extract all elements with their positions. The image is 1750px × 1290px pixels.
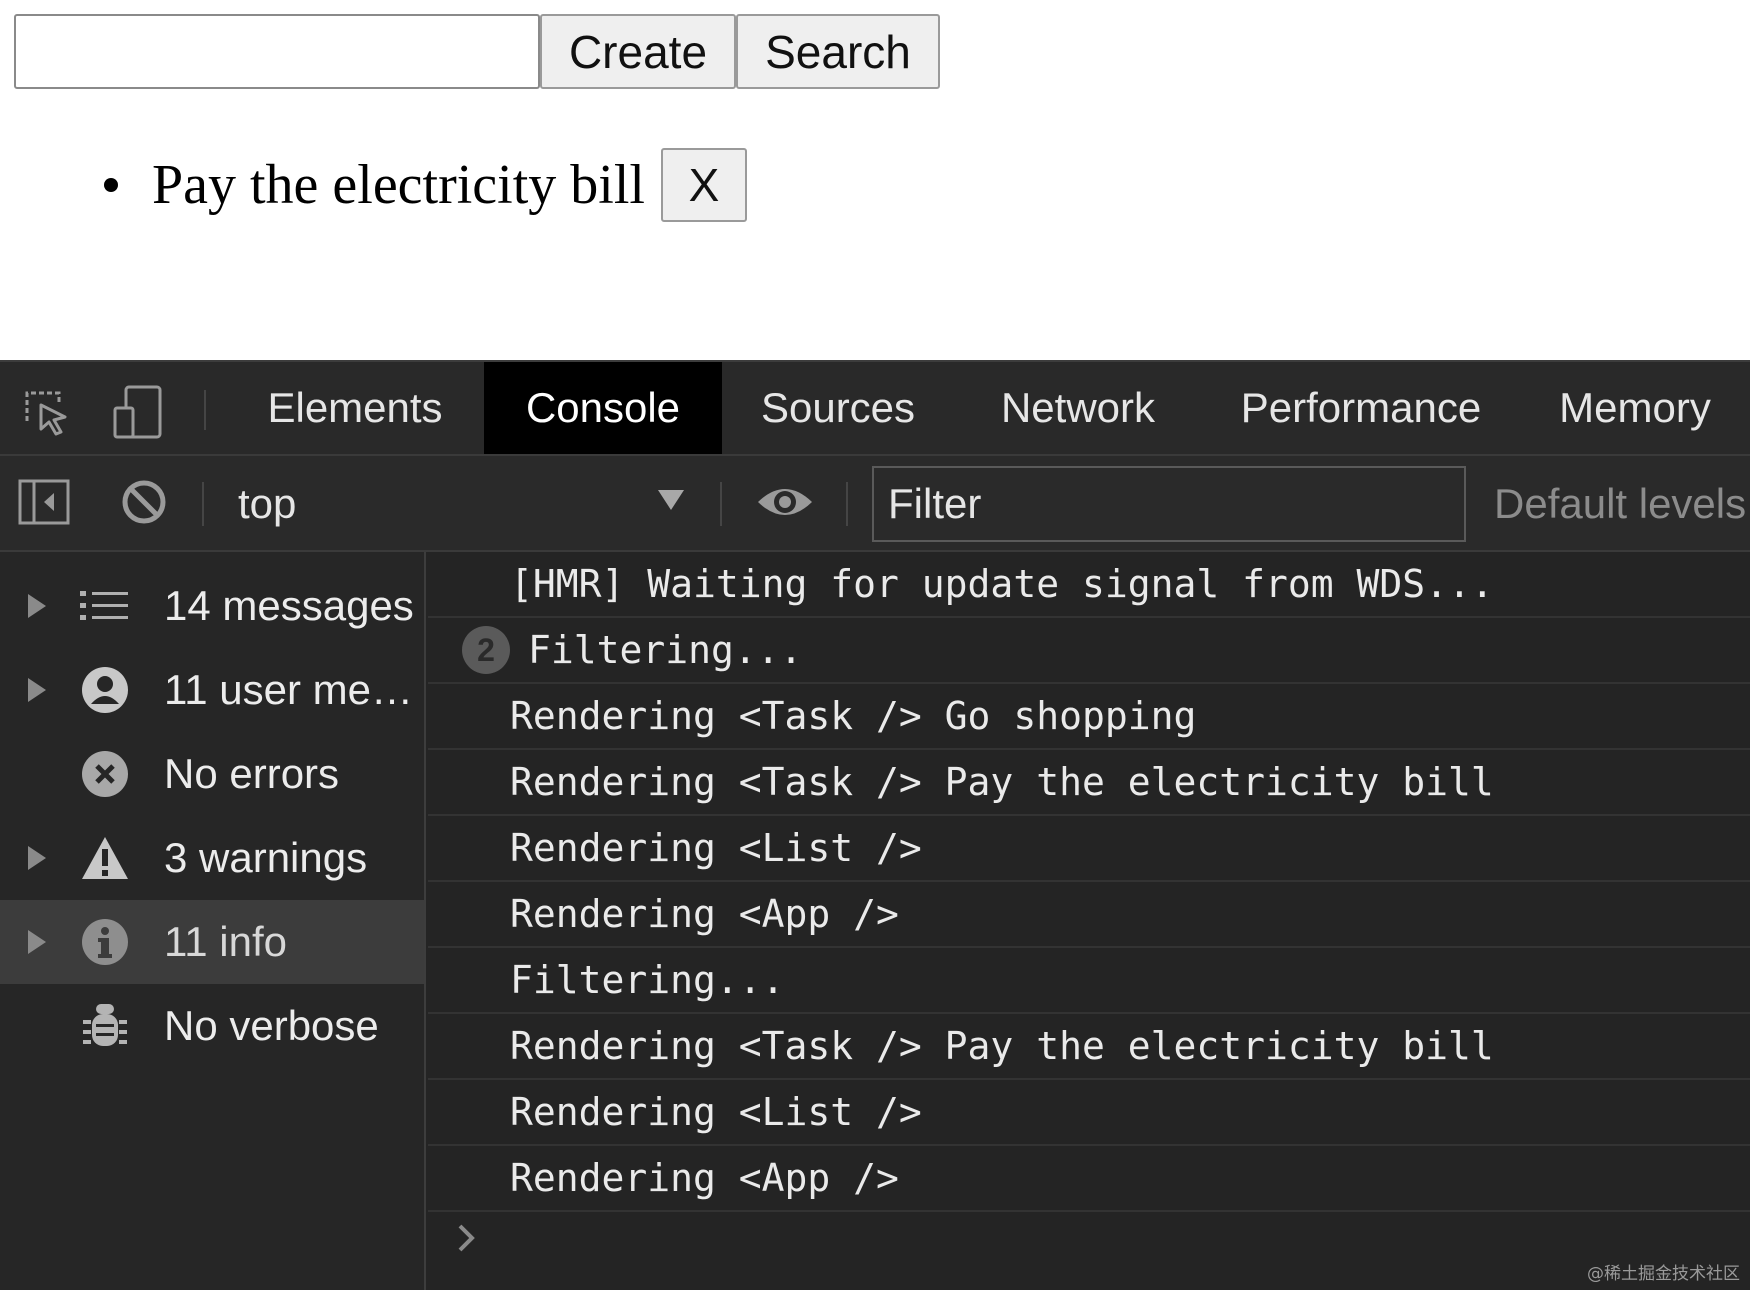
devtools-tabbar: Elements Console Sources Network Perform…: [0, 360, 1750, 456]
toolbar-separator: [846, 482, 848, 526]
console-message-text: Filtering...: [510, 958, 785, 1002]
console-message: Rendering <Task /> Go shopping: [428, 684, 1750, 750]
toolbar-separator: [720, 482, 722, 526]
console-message-text: [HMR] Waiting for update signal from WDS…: [510, 562, 1494, 606]
sidebar-item-label: No errors: [164, 750, 340, 797]
expand-arrow-icon[interactable]: [28, 678, 46, 702]
console-output: [HMR] Waiting for update signal from WDS…: [428, 552, 1750, 1290]
console-sidebar: 14 messages 11 user me… No errors 3 warn…: [0, 552, 426, 1290]
console-message-text: Rendering <Task /> Pay the electricity b…: [510, 760, 1494, 804]
tab-network[interactable]: Network: [954, 362, 1202, 454]
task-text: Pay the electricity bill: [152, 154, 645, 216]
console-prompt-icon[interactable]: [456, 1218, 486, 1258]
expand-arrow-icon[interactable]: [28, 846, 46, 870]
tab-memory[interactable]: Memory: [1520, 362, 1750, 454]
inspect-element-icon[interactable]: [16, 382, 76, 442]
console-toolbar: top Default levels: [0, 456, 1750, 552]
task-item: Pay the electricity bill X: [104, 148, 747, 222]
eye-icon[interactable]: [752, 474, 818, 530]
console-message: 2 Filtering...: [428, 618, 1750, 684]
tab-sources[interactable]: Sources: [722, 362, 954, 454]
console-message-text: Rendering <App />: [510, 1156, 899, 1200]
console-message: Rendering <Task /> Pay the electricity b…: [428, 750, 1750, 816]
context-select[interactable]: top: [214, 466, 694, 542]
tab-performance[interactable]: Performance: [1202, 362, 1520, 454]
sidebar-toggle-icon[interactable]: [16, 474, 72, 530]
log-levels-dropdown[interactable]: Default levels: [1494, 466, 1746, 542]
sidebar-item-warnings[interactable]: 3 warnings: [0, 816, 424, 900]
tab-separator: [204, 390, 206, 430]
sidebar-item-messages[interactable]: 14 messages: [0, 564, 424, 648]
console-message: Rendering <App />: [428, 1146, 1750, 1212]
sidebar-item-errors[interactable]: No errors: [0, 732, 424, 816]
task-list: Pay the electricity bill X: [104, 148, 747, 222]
expand-arrow-icon[interactable]: [28, 594, 46, 618]
sidebar-item-label: No verbose: [164, 1002, 379, 1049]
toolbar-separator: [202, 482, 204, 526]
console-message: Rendering <Task /> Pay the electricity b…: [428, 1014, 1750, 1080]
console-message: Rendering <List />: [428, 1080, 1750, 1146]
console-message: Rendering <List />: [428, 816, 1750, 882]
sidebar-item-label: 11 info: [164, 918, 287, 965]
info-icon: [78, 915, 132, 969]
devtools-panel: Elements Console Sources Network Perform…: [0, 360, 1750, 1290]
console-message-text: Rendering <List />: [510, 1090, 922, 1134]
sidebar-item-verbose[interactable]: No verbose: [0, 984, 424, 1068]
sidebar-item-user-messages[interactable]: 11 user me…: [0, 648, 424, 732]
bug-icon: [78, 999, 132, 1053]
console-message: [HMR] Waiting for update signal from WDS…: [428, 552, 1750, 618]
delete-task-button[interactable]: X: [660, 148, 747, 222]
console-message-text: Filtering...: [528, 628, 803, 672]
tab-console[interactable]: Console: [484, 362, 722, 454]
search-button[interactable]: Search: [736, 14, 940, 89]
expand-arrow-icon[interactable]: [28, 930, 46, 954]
create-button[interactable]: Create: [540, 14, 736, 89]
clear-console-icon[interactable]: [116, 474, 172, 530]
device-toolbar-icon[interactable]: [108, 382, 168, 442]
app-area: Create Search Pay the electricity bill X: [0, 0, 1750, 360]
user-icon: [78, 663, 132, 717]
sidebar-item-label: 11 user me…: [164, 666, 413, 713]
tab-elements[interactable]: Elements: [228, 362, 482, 454]
watermark: @稀土掘金技术社区: [1587, 1264, 1740, 1284]
context-value: top: [238, 480, 297, 527]
console-message-text: Rendering <App />: [510, 892, 899, 936]
sidebar-item-info[interactable]: 11 info: [0, 900, 424, 984]
console-message: Rendering <App />: [428, 882, 1750, 948]
error-icon: [78, 747, 132, 801]
console-message-text: Rendering <List />: [510, 826, 922, 870]
console-message-text: Rendering <Task /> Pay the electricity b…: [510, 1024, 1494, 1068]
chevron-down-icon: [658, 490, 684, 510]
sidebar-item-label: 14 messages: [164, 582, 414, 629]
repeat-count-badge: 2: [462, 626, 510, 674]
task-input[interactable]: [14, 14, 540, 89]
warning-icon: [78, 831, 132, 885]
sidebar-item-label: 3 warnings: [164, 834, 368, 881]
console-message-text: Rendering <Task /> Go shopping: [510, 694, 1197, 738]
filter-input[interactable]: [872, 466, 1466, 542]
bullet-icon: [104, 178, 118, 192]
console-message: Filtering...: [428, 948, 1750, 1014]
list-icon: [78, 579, 132, 633]
